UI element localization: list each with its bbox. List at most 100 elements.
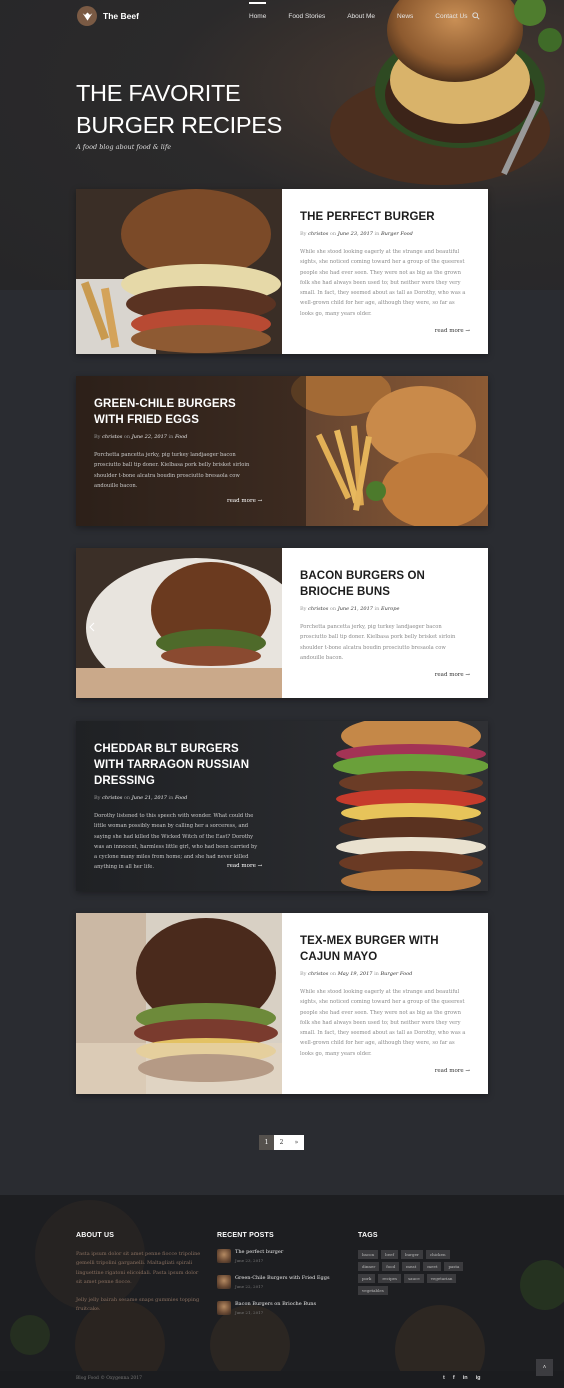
post-body: TEX-MEX BURGER WITH CAJUN MAYO By christ… bbox=[282, 913, 488, 1094]
post-title[interactable]: THE PERFECT BURGER bbox=[300, 209, 470, 225]
search-icon[interactable] bbox=[472, 12, 480, 20]
tag-cloud: bacon beef burger chicken dinner food me… bbox=[358, 1250, 476, 1298]
post-title[interactable]: BACON BURGERS ON BRIOCHE BUNS bbox=[300, 568, 470, 600]
hero-title: THE FAVORITE BURGER RECIPES bbox=[76, 80, 283, 138]
read-more-link[interactable]: read more → bbox=[435, 328, 470, 334]
post-author[interactable]: christos bbox=[308, 971, 328, 977]
footer-about-text: Pasta ipsum dolor sit amet penne fiocce … bbox=[76, 1251, 201, 1313]
tag-item[interactable]: vegetarian bbox=[426, 1274, 457, 1283]
recent-post-item[interactable]: The perfect burger June 23, 2017 bbox=[217, 1249, 330, 1263]
recent-post-thumbnail[interactable] bbox=[217, 1249, 231, 1263]
read-more-link[interactable]: read more → bbox=[435, 672, 470, 678]
post-author[interactable]: christos bbox=[102, 434, 122, 440]
recent-post-title[interactable]: Bacon Burgers on Brioche Buns bbox=[235, 1301, 316, 1307]
social-links: t f in ig bbox=[443, 1375, 488, 1381]
recent-post-item[interactable]: Green-Chile Burgers with Fried Eggs June… bbox=[217, 1275, 330, 1289]
recent-post-date: June 23, 2017 bbox=[235, 1258, 264, 1263]
post-card: CHEDDAR BLT BURGERS WITH TARRAGON RUSSIA… bbox=[76, 721, 488, 891]
tag-item[interactable]: burger bbox=[400, 1250, 423, 1259]
tag-item[interactable]: pasta bbox=[444, 1262, 464, 1271]
read-more-link[interactable]: read more → bbox=[227, 498, 262, 504]
nav-news[interactable]: News bbox=[397, 13, 413, 20]
tag-item[interactable]: pork bbox=[358, 1274, 376, 1283]
tag-item[interactable]: dinner bbox=[358, 1262, 380, 1271]
recent-post-title[interactable]: The perfect burger bbox=[235, 1249, 283, 1255]
post-excerpt: Porchetta pancetta jerky, pig turkey lan… bbox=[94, 452, 250, 489]
post-image[interactable] bbox=[76, 548, 282, 698]
post-date: June 22, 2017 bbox=[131, 434, 167, 440]
tag-item[interactable]: bacon bbox=[358, 1250, 379, 1259]
tag-item[interactable]: beef bbox=[381, 1250, 398, 1259]
read-more-link[interactable]: read more → bbox=[227, 863, 262, 869]
tag-item[interactable]: meet bbox=[423, 1262, 442, 1271]
recent-post-item[interactable]: Bacon Burgers on Brioche Buns June 21, 2… bbox=[217, 1301, 330, 1315]
twitter-icon[interactable]: t bbox=[443, 1375, 445, 1381]
post-date: June 23, 2017 bbox=[337, 231, 373, 237]
nav-home[interactable]: Home bbox=[249, 2, 267, 20]
tag-item[interactable]: vegetables bbox=[358, 1286, 388, 1295]
nav-about-me[interactable]: About Me bbox=[347, 13, 375, 20]
footer-about: ABOUT US Pasta ipsum dolor sit amet penn… bbox=[76, 1232, 204, 1314]
recent-post-thumbnail[interactable] bbox=[217, 1275, 231, 1289]
post-author[interactable]: christos bbox=[308, 606, 328, 612]
recent-post-thumbnail[interactable] bbox=[217, 1301, 231, 1315]
post-card: THE PERFECT BURGER By christos on June 2… bbox=[76, 189, 488, 354]
post-image[interactable] bbox=[76, 189, 282, 354]
post-meta: By christos on June 21, 2017 in Europe bbox=[300, 606, 400, 612]
nav-food-stories[interactable]: Food Stories bbox=[288, 13, 325, 20]
post-body: CHEDDAR BLT BURGERS WITH TARRAGON RUSSIA… bbox=[76, 721, 276, 891]
post-author[interactable]: christos bbox=[102, 795, 122, 801]
back-to-top-button[interactable]: ˄ bbox=[536, 1359, 553, 1376]
post-category[interactable]: Burger Food bbox=[380, 971, 412, 977]
post-date: May 19, 2017 bbox=[337, 971, 373, 977]
post-card: GREEN-CHILE BURGERS WITH FRIED EGGS By c… bbox=[76, 376, 488, 526]
copyright: Blog Food © Oxygenna 2017 bbox=[76, 1376, 142, 1381]
page-1-button[interactable]: 1 bbox=[259, 1135, 274, 1150]
post-meta: By christos on June 21, 2017 in Food bbox=[94, 795, 188, 801]
facebook-icon[interactable]: f bbox=[453, 1375, 455, 1381]
instagram-icon[interactable]: ig bbox=[476, 1375, 481, 1381]
post-author[interactable]: christos bbox=[308, 231, 328, 237]
footer: ABOUT US Pasta ipsum dolor sit amet penn… bbox=[0, 1195, 564, 1371]
recent-post-date: June 22, 2017 bbox=[235, 1284, 264, 1289]
footer-tags: TAGS bacon beef burger chicken dinner fo… bbox=[358, 1232, 476, 1298]
tag-item[interactable]: recipes bbox=[378, 1274, 402, 1283]
linkedin-icon[interactable]: in bbox=[463, 1375, 468, 1381]
post-category[interactable]: Food bbox=[175, 795, 187, 801]
recent-post-date: June 21, 2017 bbox=[235, 1310, 264, 1315]
nav-links: Home Food Stories About Me News Contact … bbox=[249, 0, 467, 33]
nav-contact-us[interactable]: Contact Us bbox=[435, 13, 467, 20]
post-title[interactable]: GREEN-CHILE BURGERS WITH FRIED EGGS bbox=[94, 396, 258, 428]
post-title[interactable]: CHEDDAR BLT BURGERS WITH TARRAGON RUSSIA… bbox=[94, 741, 258, 789]
footer-tags-heading: TAGS bbox=[358, 1232, 378, 1239]
post-excerpt: Porchetta pancetta jerky, pig turkey lan… bbox=[300, 624, 456, 661]
footer-recent-posts: RECENT POSTS The perfect burger June 23,… bbox=[217, 1232, 330, 1315]
post-category[interactable]: Europe bbox=[381, 606, 399, 612]
logo-icon bbox=[77, 6, 97, 26]
next-page-button[interactable]: » bbox=[289, 1135, 304, 1150]
post-date: June 21, 2017 bbox=[337, 606, 373, 612]
post-body: GREEN-CHILE BURGERS WITH FRIED EGGS By c… bbox=[76, 376, 276, 526]
post-category[interactable]: Food bbox=[175, 434, 187, 440]
footer-about-heading: ABOUT US bbox=[76, 1232, 115, 1239]
post-excerpt: While she stood looking eagerly at the s… bbox=[300, 249, 466, 317]
page-2-button[interactable]: 2 bbox=[274, 1135, 289, 1150]
tag-item[interactable]: chicken bbox=[425, 1250, 450, 1259]
read-more-link[interactable]: read more → bbox=[435, 1068, 470, 1074]
post-date: June 21, 2017 bbox=[131, 795, 167, 801]
post-image[interactable] bbox=[76, 913, 282, 1094]
tag-item[interactable]: meat bbox=[402, 1262, 421, 1271]
brand-name: The Beef bbox=[103, 11, 139, 21]
post-body: THE PERFECT BURGER By christos on June 2… bbox=[282, 189, 488, 354]
post-meta: By christos on June 22, 2017 in Food bbox=[94, 434, 188, 440]
post-category[interactable]: Burger Food bbox=[381, 231, 413, 237]
recent-post-title[interactable]: Green-Chile Burgers with Fried Eggs bbox=[235, 1275, 330, 1281]
post-card: BACON BURGERS ON BRIOCHE BUNS By christo… bbox=[76, 548, 488, 698]
pagination: 1 2 » bbox=[259, 1135, 304, 1150]
tag-item[interactable]: sauce bbox=[404, 1274, 424, 1283]
post-title[interactable]: TEX-MEX BURGER WITH CAJUN MAYO bbox=[300, 933, 470, 965]
tag-item[interactable]: food bbox=[382, 1262, 400, 1271]
post-meta: By christos on June 23, 2017 in Burger F… bbox=[300, 231, 413, 237]
bottom-bar: Blog Food © Oxygenna 2017 t f in ig bbox=[0, 1371, 564, 1388]
logo[interactable]: The Beef bbox=[77, 6, 139, 26]
